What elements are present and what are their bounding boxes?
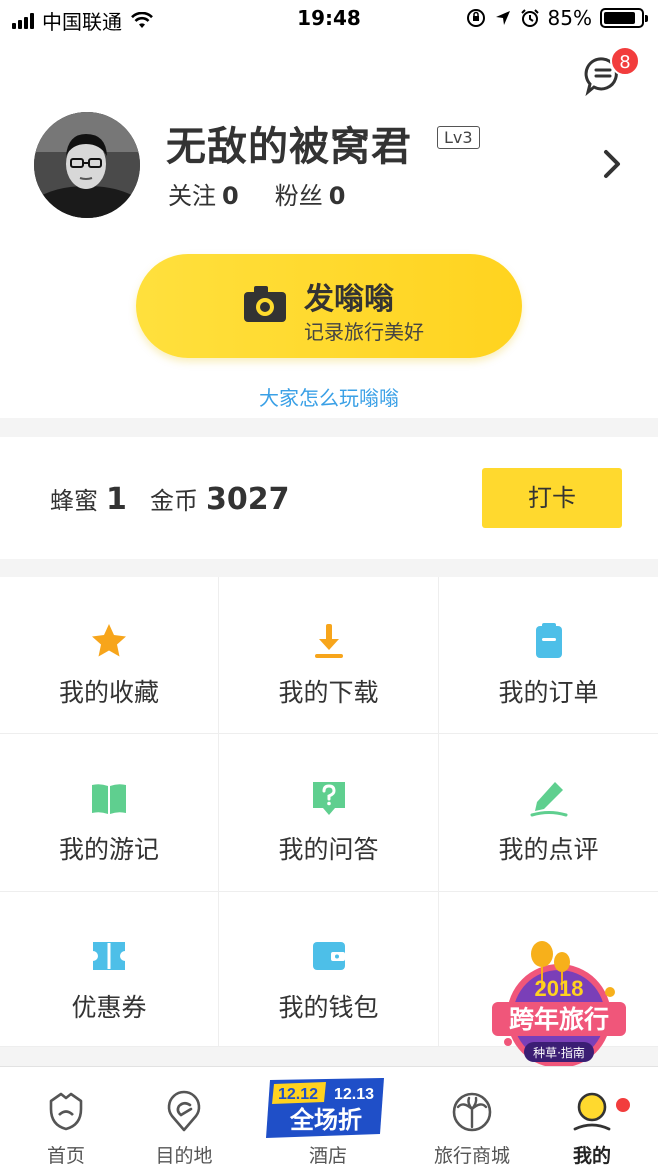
star-icon bbox=[92, 624, 126, 657]
points-row: 蜂蜜 1 金币 3027 打卡 bbox=[0, 437, 658, 559]
new-year-travel-promo[interactable]: 2018 跨年旅行 种草·指南 bbox=[492, 938, 626, 1072]
grid-item-downloads[interactable]: 我的下载 bbox=[219, 577, 439, 734]
question-icon bbox=[312, 782, 345, 815]
promo-sticker-art: 2018 跨年旅行 种草·指南 bbox=[492, 941, 626, 1068]
tab-label: 酒店 bbox=[308, 1145, 347, 1167]
mall-icon bbox=[452, 1092, 492, 1132]
profile-header: 8 无敌的被窝君 Lv3 关注 0 粉丝 0 发嗡嗡 记录旅行美好 大家怎么玩嗡… bbox=[0, 38, 658, 418]
orientation-lock-icon bbox=[466, 9, 485, 27]
username: 无敌的被窝君 bbox=[166, 124, 412, 170]
post-button-title: 发嗡嗡 bbox=[304, 282, 394, 317]
grid-item-label: 我的下载 bbox=[278, 678, 379, 707]
followers-count: 0 bbox=[328, 182, 346, 210]
following-count: 0 bbox=[222, 182, 239, 210]
tab-mall[interactable]: 旅行商城 bbox=[412, 1067, 532, 1170]
status-bar: 中国联通 19:48 85% bbox=[0, 0, 658, 38]
grid-item-label: 我的问答 bbox=[278, 835, 379, 864]
promo-year: 2018 bbox=[535, 976, 584, 1001]
coin-label: 金币 bbox=[150, 487, 198, 515]
tab-profile[interactable]: 我的 bbox=[532, 1067, 652, 1170]
follow-stats: 关注 0 粉丝 0 bbox=[168, 176, 345, 211]
hotel-sale-art: 12.12 12.13 全场折 bbox=[266, 1078, 384, 1138]
following-stat[interactable]: 关注 0 bbox=[168, 176, 239, 211]
grid-item-wallet[interactable]: 我的钱包 bbox=[219, 892, 439, 1047]
tab-label: 首页 bbox=[46, 1145, 85, 1167]
grid-item-coupons[interactable]: 优惠券 bbox=[0, 892, 219, 1047]
camera-icon bbox=[244, 286, 286, 322]
following-label: 关注 bbox=[168, 182, 216, 210]
coin-stat: 金币 3027 bbox=[150, 481, 290, 517]
promo-subtitle: 种草·指南 bbox=[533, 1045, 585, 1060]
status-right: 85% bbox=[466, 6, 648, 30]
battery-percent: 85% bbox=[547, 6, 592, 30]
profile-icon bbox=[573, 1092, 611, 1131]
promo-title: 跨年旅行 bbox=[509, 1005, 609, 1034]
chevron-right-icon[interactable] bbox=[602, 148, 622, 180]
grid-item-label: 我的钱包 bbox=[278, 993, 379, 1022]
followers-label: 粉丝 bbox=[274, 182, 323, 210]
honey-stat: 蜂蜜 1 bbox=[50, 481, 127, 517]
pen-icon bbox=[530, 782, 567, 817]
grid-item-qa[interactable]: 我的问答 bbox=[219, 734, 439, 892]
avatar-image bbox=[34, 112, 140, 218]
honey-value: 1 bbox=[106, 482, 127, 517]
profile-page: 中国联通 19:48 85% 8 无敌的被窝君 Lv3 关注 0 粉丝 0 发嗡… bbox=[0, 0, 658, 1170]
grid-item-travelogue[interactable]: 我的游记 bbox=[0, 734, 219, 892]
home-icon bbox=[49, 1092, 83, 1131]
grid-item-label: 我的点评 bbox=[498, 835, 599, 864]
book-icon bbox=[92, 784, 126, 814]
post-button[interactable]: 发嗡嗡 记录旅行美好 bbox=[136, 254, 522, 358]
tab-label: 旅行商城 bbox=[433, 1145, 510, 1167]
tab-label: 我的 bbox=[572, 1145, 611, 1167]
grid-item-label: 我的订单 bbox=[498, 678, 599, 707]
post-button-subtitle: 记录旅行美好 bbox=[304, 320, 424, 344]
wallet-icon bbox=[312, 942, 345, 970]
honey-label: 蜂蜜 bbox=[50, 487, 98, 515]
hotel-sale-banner[interactable]: 12.12 12.13 全场折 bbox=[264, 1076, 390, 1140]
hotel-banner-text: 全场折 bbox=[289, 1106, 362, 1134]
message-count-badge: 8 bbox=[610, 46, 640, 76]
alarm-icon bbox=[520, 9, 539, 27]
coupon-icon bbox=[93, 942, 125, 970]
order-icon bbox=[535, 623, 562, 658]
hotel-banner-date2: 12.13 bbox=[334, 1086, 374, 1103]
download-icon bbox=[314, 624, 343, 658]
grid-item-favorites[interactable]: 我的收藏 bbox=[0, 577, 219, 734]
grid-item-label: 我的游记 bbox=[58, 835, 159, 864]
tab-destination[interactable]: 目的地 bbox=[124, 1067, 244, 1170]
avatar[interactable] bbox=[34, 112, 140, 218]
tab-home[interactable]: 首页 bbox=[6, 1067, 126, 1170]
profile-notification-dot bbox=[616, 1098, 630, 1112]
destination-icon bbox=[167, 1090, 201, 1132]
howto-link[interactable]: 大家怎么玩嗡嗡 bbox=[0, 382, 658, 411]
followers-stat[interactable]: 粉丝 0 bbox=[275, 176, 346, 211]
grid-item-orders[interactable]: 我的订单 bbox=[439, 577, 658, 734]
grid-item-label: 优惠券 bbox=[71, 993, 147, 1022]
coin-value: 3027 bbox=[206, 482, 290, 517]
battery-icon bbox=[600, 8, 648, 28]
tab-label: 目的地 bbox=[155, 1145, 213, 1167]
grid-item-reviews[interactable]: 我的点评 bbox=[439, 734, 658, 892]
hotel-banner-date1: 12.12 bbox=[278, 1086, 318, 1103]
location-icon bbox=[495, 11, 510, 25]
grid-item-label: 我的收藏 bbox=[58, 678, 159, 707]
level-badge: Lv3 bbox=[437, 126, 480, 149]
checkin-button[interactable]: 打卡 bbox=[482, 468, 622, 528]
